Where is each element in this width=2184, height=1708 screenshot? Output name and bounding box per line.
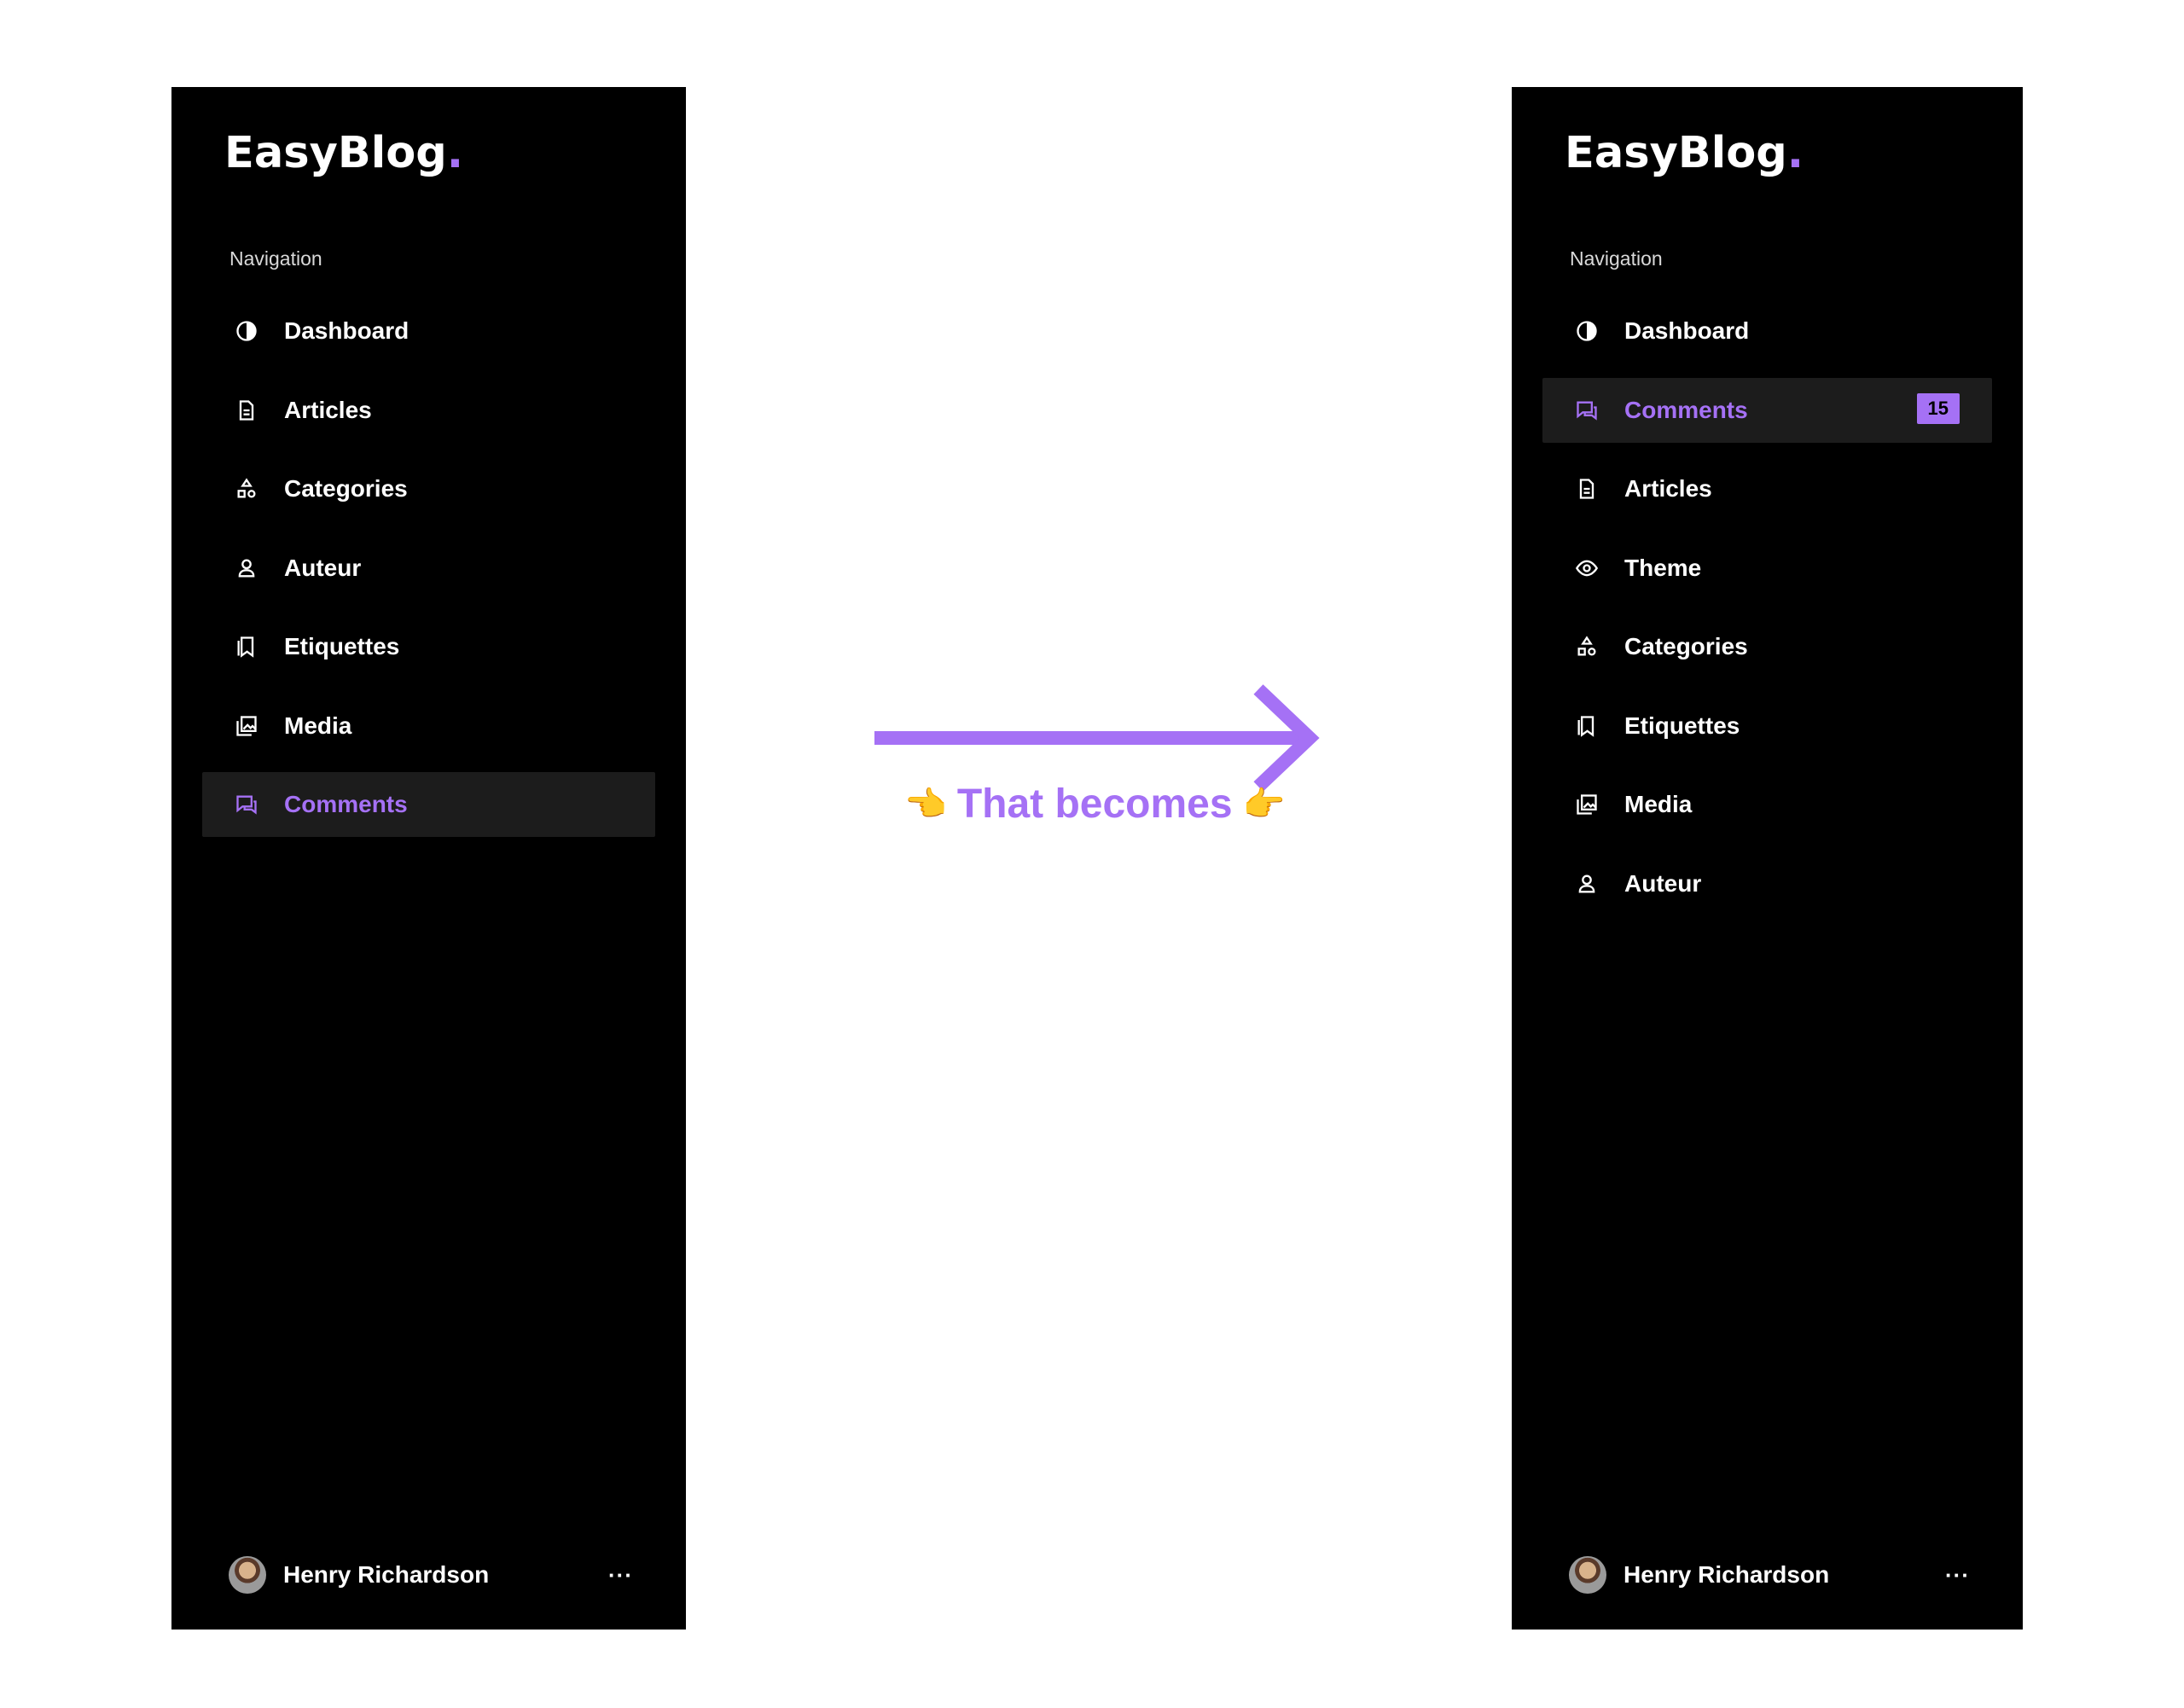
bookmark-icon — [235, 635, 258, 659]
shapes-icon — [1575, 635, 1599, 659]
sidebar-item-media[interactable]: Media — [1542, 772, 1992, 837]
user-profile[interactable]: Henry Richardson ··· — [1569, 1554, 1970, 1595]
sidebar-item-label: Categories — [284, 475, 408, 502]
document-icon — [1575, 477, 1599, 501]
sidebar-item-label: Dashboard — [1624, 317, 1750, 344]
pointing-right-icon: 👉 — [1242, 786, 1286, 823]
sidebar-before: EasyBlog. Navigation Dashboard Articles … — [171, 87, 686, 1630]
sidebar-item-dashboard[interactable]: Dashboard — [1542, 299, 1992, 363]
sidebar-item-categories[interactable]: Categories — [202, 456, 655, 521]
bookmark-icon — [1575, 714, 1599, 738]
sidebar-after: EasyBlog. Navigation Dashboard Comments … — [1512, 87, 2023, 1630]
caption: 👈 That becomes 👉 — [904, 781, 1288, 828]
sidebar-item-label: Comments — [284, 791, 408, 817]
sidebar-item-media[interactable]: Media — [202, 694, 655, 758]
nav-section-label: Navigation — [229, 247, 322, 270]
image-icon — [1575, 793, 1599, 816]
nav-list: Dashboard Comments 15 Articles Theme Cat… — [1542, 299, 1992, 930]
caption-text: That becomes — [956, 781, 1233, 827]
sidebar-item-articles[interactable]: Articles — [202, 378, 655, 443]
avatar[interactable] — [229, 1556, 266, 1594]
user-name: Henry Richardson — [1623, 1561, 1830, 1588]
image-icon — [235, 714, 258, 738]
sidebar-item-label: Articles — [1624, 475, 1712, 502]
logo[interactable]: EasyBlog. — [1565, 128, 1804, 178]
sidebar-item-etiquettes[interactable]: Etiquettes — [1542, 694, 1992, 758]
sidebar-item-etiquettes[interactable]: Etiquettes — [202, 614, 655, 679]
user-profile[interactable]: Henry Richardson ··· — [229, 1554, 633, 1595]
logo[interactable]: EasyBlog. — [224, 128, 463, 178]
pointing-left-icon: 👈 — [904, 786, 947, 823]
logo-text: EasyBlog — [224, 128, 447, 178]
sidebar-item-label: Theme — [1624, 554, 1702, 581]
dashboard-icon — [1575, 319, 1599, 343]
sidebar-item-auteur[interactable]: Auteur — [202, 536, 655, 601]
sidebar-item-auteur[interactable]: Auteur — [1542, 851, 1992, 916]
comments-icon — [1575, 398, 1599, 422]
comments-icon — [235, 793, 258, 816]
transition-arrow — [870, 683, 1322, 793]
sidebar-item-comments[interactable]: Comments 15 — [1542, 377, 1992, 443]
sidebar-item-theme[interactable]: Theme — [1542, 536, 1992, 601]
nav-list: Dashboard Articles Categories Auteur Eti… — [202, 299, 655, 851]
sidebar-item-label: Categories — [1624, 633, 1748, 659]
sidebar-item-categories[interactable]: Categories — [1542, 614, 1992, 679]
sidebar-item-articles[interactable]: Articles — [1542, 456, 1992, 521]
eye-icon — [1575, 556, 1599, 580]
user-icon — [235, 556, 258, 580]
sidebar-item-comments[interactable]: Comments — [202, 772, 655, 837]
sidebar-item-label: Etiquettes — [1624, 712, 1740, 739]
sidebar-item-label: Etiquettes — [284, 633, 400, 659]
avatar[interactable] — [1569, 1556, 1606, 1594]
more-options-icon[interactable]: ··· — [608, 1562, 633, 1589]
dashboard-icon — [235, 319, 258, 343]
sidebar-item-label: Comments — [1624, 396, 1748, 423]
sidebar-item-label: Auteur — [1624, 869, 1702, 897]
user-icon — [1575, 872, 1599, 896]
sidebar-item-label: Dashboard — [284, 317, 410, 344]
logo-text: EasyBlog — [1565, 128, 1787, 178]
document-icon — [235, 398, 258, 422]
shapes-icon — [235, 477, 258, 501]
user-name: Henry Richardson — [283, 1561, 490, 1588]
count-badge: 15 — [1916, 392, 1960, 424]
more-options-icon[interactable]: ··· — [1945, 1562, 1970, 1589]
sidebar-item-dashboard[interactable]: Dashboard — [202, 299, 655, 363]
logo-dot: . — [446, 128, 464, 178]
sidebar-item-label: Auteur — [284, 554, 362, 581]
logo-dot: . — [1786, 128, 1804, 178]
sidebar-item-label: Articles — [284, 396, 372, 423]
nav-section-label: Navigation — [1570, 247, 1663, 270]
sidebar-item-label: Media — [284, 712, 352, 739]
sidebar-item-label: Media — [1624, 791, 1693, 817]
